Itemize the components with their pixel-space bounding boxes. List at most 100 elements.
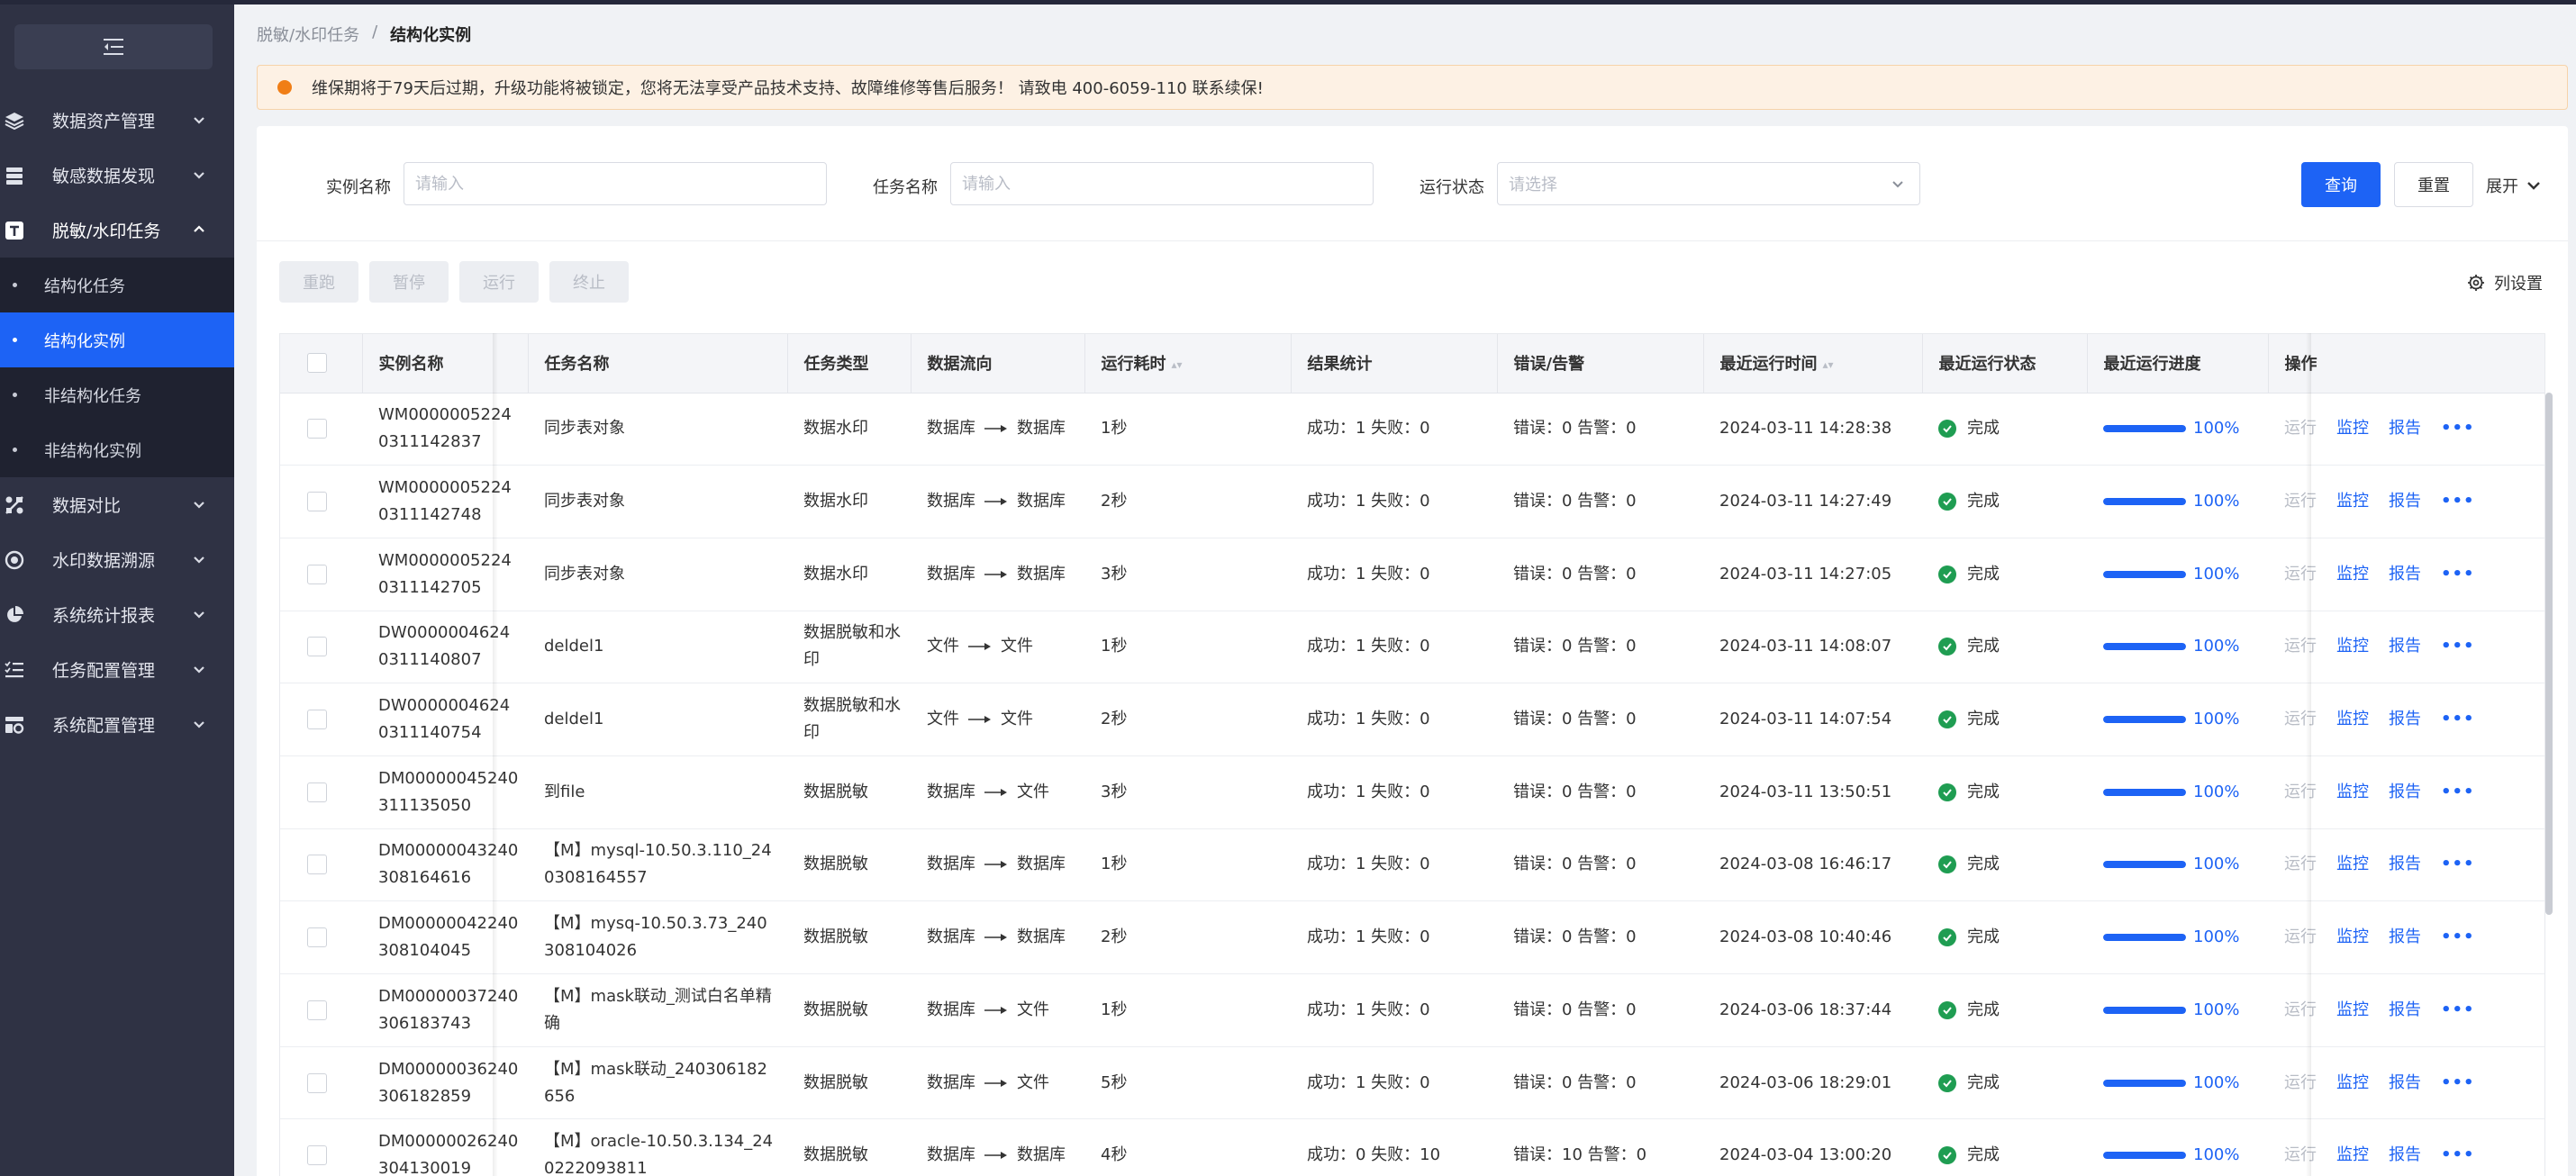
sidebar-item[interactable]: 数据资产管理 (0, 93, 234, 148)
row-monitor-link[interactable]: 监控 (2336, 706, 2369, 733)
row-run-link[interactable]: 运行 (2284, 997, 2317, 1024)
sidebar-item[interactable]: 数据对比 (0, 477, 234, 532)
sort-icon[interactable]: ▴▾ (1172, 358, 1183, 371)
more-options-icon[interactable]: ••• (2441, 997, 2475, 1024)
data-flow-cell: 数据库 文件 (911, 1046, 1084, 1120)
row-run-link[interactable]: 运行 (2284, 633, 2317, 660)
row-monitor-link[interactable]: 监控 (2336, 1142, 2369, 1169)
query-button[interactable]: 查询 (2301, 162, 2381, 207)
run-status-select[interactable]: 请选择 (1497, 162, 1920, 205)
stop-button[interactable]: 终止 (549, 261, 629, 303)
row-monitor-link[interactable]: 监控 (2336, 924, 2369, 951)
row-run-link[interactable]: 运行 (2284, 779, 2317, 806)
run-button[interactable]: 运行 (459, 261, 539, 303)
sidebar-item[interactable]: 脱敏/水印任务 (0, 203, 234, 258)
last-run-status-cell: 完成 (1922, 465, 2087, 538)
row-checkbox[interactable] (307, 637, 327, 657)
select-all-checkbox[interactable] (307, 353, 327, 374)
row-monitor-link[interactable]: 监控 (2336, 415, 2369, 442)
last-run-progress-cell: 100% (2087, 538, 2268, 611)
sidebar-subitem[interactable]: 结构化实例 (0, 312, 234, 367)
sidebar-subitem[interactable]: 结构化任务 (0, 258, 234, 312)
sidebar-subitem[interactable]: 非结构化任务 (0, 367, 234, 422)
row-monitor-link[interactable]: 监控 (2336, 561, 2369, 588)
row-run-link[interactable]: 运行 (2284, 415, 2317, 442)
sidebar-item-label: 数据资产管理 (52, 112, 156, 131)
row-report-link[interactable]: 报告 (2389, 706, 2421, 733)
flow-source: 数据库 (927, 564, 975, 583)
sort-icon[interactable]: ▴▾ (1823, 358, 1834, 371)
row-monitor-link[interactable]: 监控 (2336, 997, 2369, 1024)
row-report-link[interactable]: 报告 (2389, 1142, 2421, 1169)
row-run-link[interactable]: 运行 (2284, 706, 2317, 733)
row-report-link[interactable]: 报告 (2389, 779, 2421, 806)
row-checkbox[interactable] (307, 1000, 327, 1020)
row-checkbox[interactable] (307, 419, 327, 439)
pause-button[interactable]: 暂停 (369, 261, 449, 303)
sidebar-subitem-label: 结构化任务 (44, 276, 125, 296)
flow-source: 数据库 (927, 927, 975, 947)
more-options-icon[interactable]: ••• (2441, 1070, 2475, 1097)
row-checkbox[interactable] (307, 782, 327, 802)
more-options-icon[interactable]: ••• (2441, 415, 2475, 442)
row-report-link[interactable]: 报告 (2389, 997, 2421, 1024)
row-run-link[interactable]: 运行 (2284, 1070, 2317, 1097)
row-checkbox[interactable] (307, 710, 327, 730)
row-checkbox[interactable] (307, 855, 327, 875)
row-run-link[interactable]: 运行 (2284, 1142, 2317, 1169)
row-run-link[interactable]: 运行 (2284, 851, 2317, 878)
instance-name-input[interactable] (404, 162, 827, 205)
sidebar-item[interactable]: 系统统计报表 (0, 587, 234, 642)
more-options-icon[interactable]: ••• (2441, 924, 2475, 951)
row-report-link[interactable]: 报告 (2389, 415, 2421, 442)
table-row: WM00000052240311142837 同步表对象 数据水印 数据库 数据库 1秒成… (280, 393, 2544, 466)
sidebar-item[interactable]: 系统配置管理 (0, 697, 234, 752)
row-run-link[interactable]: 运行 (2284, 488, 2317, 515)
row-monitor-link[interactable]: 监控 (2336, 1070, 2369, 1097)
more-options-icon[interactable]: ••• (2441, 851, 2475, 878)
more-options-icon[interactable]: ••• (2441, 633, 2475, 660)
more-options-icon[interactable]: ••• (2441, 706, 2475, 733)
row-run-link[interactable]: 运行 (2284, 561, 2317, 588)
column-header[interactable]: 最近运行时间 ▴▾ (1703, 334, 1923, 394)
reset-button[interactable]: 重置 (2394, 162, 2473, 207)
row-select-cell (280, 611, 362, 684)
row-monitor-link[interactable]: 监控 (2336, 633, 2369, 660)
more-options-icon[interactable]: ••• (2441, 1142, 2475, 1169)
more-options-icon[interactable]: ••• (2441, 488, 2475, 515)
row-checkbox[interactable] (307, 1145, 327, 1166)
sidebar-item[interactable]: 任务配置管理 (0, 642, 234, 697)
expand-filters-toggle[interactable]: 展开 (2486, 174, 2542, 197)
row-report-link[interactable]: 报告 (2389, 1070, 2421, 1097)
column-header-label: 最近运行时间 (1719, 355, 1818, 375)
sidebar-subitem[interactable]: 非结构化实例 (0, 422, 234, 477)
row-report-link[interactable]: 报告 (2389, 561, 2421, 588)
task-name-input[interactable] (950, 162, 1374, 205)
row-report-link[interactable]: 报告 (2389, 633, 2421, 660)
row-monitor-link[interactable]: 监控 (2336, 851, 2369, 878)
row-monitor-link[interactable]: 监控 (2336, 779, 2369, 806)
target-icon (4, 549, 25, 571)
sidebar-collapse-button[interactable] (14, 24, 213, 69)
rerun-button[interactable]: 重跑 (279, 261, 358, 303)
row-monitor-link[interactable]: 监控 (2336, 488, 2369, 515)
task-type-cell: 数据脱敏和水印 (787, 683, 911, 756)
column-settings-button[interactable]: 列设置 (2467, 271, 2543, 294)
more-options-icon[interactable]: ••• (2441, 779, 2475, 806)
row-run-link[interactable]: 运行 (2284, 924, 2317, 951)
row-report-link[interactable]: 报告 (2389, 851, 2421, 878)
breadcrumb-parent[interactable]: 脱敏/水印任务 (257, 23, 359, 46)
row-report-link[interactable]: 报告 (2389, 488, 2421, 515)
table-vertical-scrollbar[interactable] (2545, 393, 2553, 915)
column-header[interactable]: 运行耗时 ▴▾ (1084, 334, 1292, 394)
row-checkbox[interactable] (307, 564, 327, 584)
more-options-icon[interactable]: ••• (2441, 561, 2475, 588)
sidebar-item[interactable]: 敏感数据发现 (0, 148, 234, 203)
sidebar-item[interactable]: 水印数据溯源 (0, 532, 234, 587)
row-checkbox[interactable] (307, 927, 327, 948)
row-checkbox[interactable] (307, 1072, 327, 1093)
row-report-link[interactable]: 报告 (2389, 924, 2421, 951)
last-run-progress-cell: 100% (2087, 393, 2268, 466)
row-checkbox[interactable] (307, 492, 327, 512)
instance-name-cell: DW00000046240311140807 (362, 611, 528, 684)
